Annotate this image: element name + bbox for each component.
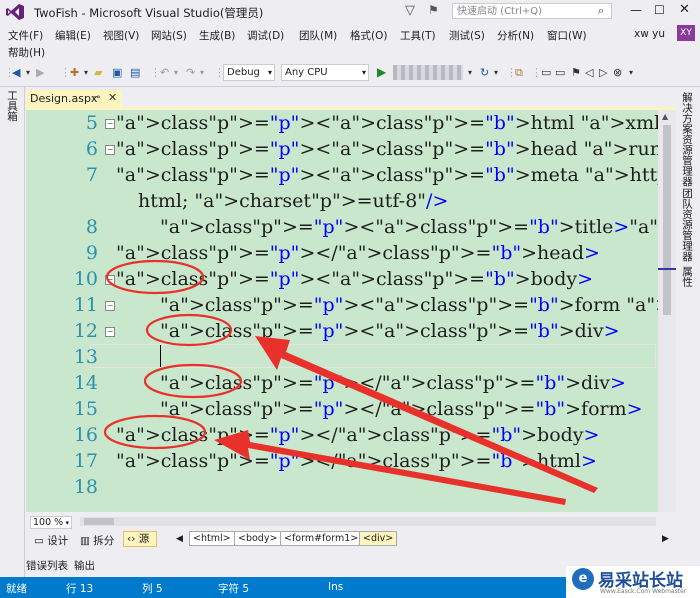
design-icon: ▭: [34, 535, 44, 547]
breadcrumb-next-icon[interactable]: ▶: [662, 534, 669, 544]
tab-error-list[interactable]: 错误列表: [26, 558, 68, 573]
split-label: 拆分: [93, 535, 115, 547]
status-insert-mode: Ins: [328, 581, 344, 593]
breadcrumb-prev-icon[interactable]: ◀: [176, 534, 183, 544]
design-view-button[interactable]: ▭ 设计: [34, 533, 68, 548]
annotation-layer: [103, 259, 598, 505]
zoom-value: 100 %: [33, 517, 64, 528]
breadcrumb-html[interactable]: <html>: [189, 531, 235, 546]
status-ready: 就绪: [6, 583, 27, 595]
annotation-circle-div-close: [143, 363, 243, 399]
annotation-circle-div-open: [145, 313, 233, 347]
source-label: 源: [138, 533, 150, 545]
split-view-button[interactable]: ▥ 拆分: [80, 533, 114, 548]
status-column: 列 5: [142, 583, 163, 595]
chevron-down-icon: ▾: [65, 519, 69, 527]
watermark-subtitle: Www.Easck.Com Webmaster: [600, 588, 687, 595]
breadcrumb-body[interactable]: <body>: [234, 531, 282, 546]
design-label: 设计: [47, 535, 69, 547]
status-char: 字符 5: [218, 583, 250, 595]
breadcrumb-div[interactable]: <div>: [359, 531, 398, 546]
horizontal-scrollbar[interactable]: [80, 517, 656, 526]
breadcrumb-form[interactable]: <form#form1>: [280, 531, 363, 546]
split-icon: ▥: [80, 535, 90, 547]
tab-output[interactable]: 输出: [74, 558, 95, 573]
zoom-select[interactable]: 100 % ▾: [30, 516, 72, 529]
status-line: 行 13: [66, 583, 94, 595]
annotation-circle-body-open: [105, 259, 205, 295]
source-icon: ‹›: [127, 533, 136, 545]
watermark-logo-icon: e: [572, 568, 594, 590]
source-view-button[interactable]: ‹› 源: [123, 531, 157, 547]
annotation-arrow-upper: [255, 336, 598, 493]
annotation-circle-body-close: [103, 414, 207, 450]
horizontal-scroll-thumb[interactable]: [84, 518, 114, 525]
annotation-arrow-lower: [214, 430, 566, 505]
